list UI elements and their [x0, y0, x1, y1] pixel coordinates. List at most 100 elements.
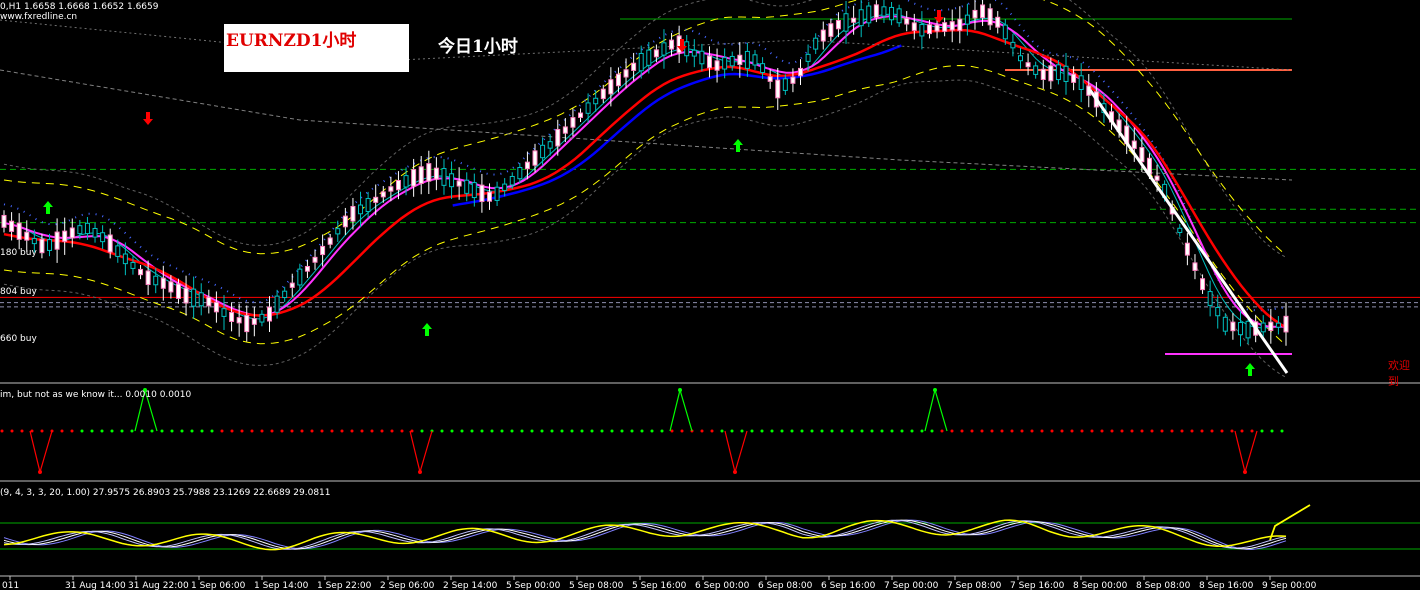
candle-body [911, 22, 917, 31]
zigzag-dot [100, 429, 104, 433]
zigzag-dot [200, 429, 204, 433]
zigzag-dot [300, 429, 304, 433]
zigzag-dot [830, 429, 834, 433]
zigzag-dot [640, 429, 644, 433]
zigzag-dot [1210, 429, 1214, 433]
zigzag-dot [320, 429, 324, 433]
zigzag-dot [150, 429, 154, 433]
candle-body [957, 18, 963, 31]
candle-body [631, 62, 637, 71]
zigzag-dot [920, 429, 924, 433]
candle-body [615, 73, 621, 87]
candle-body [1048, 65, 1054, 82]
candle-body [456, 180, 462, 187]
axis-tick-label: 2 Sep 14:00 [443, 581, 498, 590]
zigzag-dot [1160, 429, 1164, 433]
zigzag-dot [450, 429, 454, 433]
candle-body [987, 8, 993, 26]
candle-body [593, 97, 599, 105]
axis-tick-label: 31 Aug 14:00 [65, 581, 126, 590]
candle-body [335, 228, 341, 235]
zigzag-dot [670, 429, 674, 433]
candle-body [813, 37, 819, 50]
site-watermark: www.fxredline.cn [0, 12, 78, 22]
candle-body [433, 167, 439, 180]
candle-body [289, 282, 295, 288]
candle-body [107, 234, 113, 253]
ohlc-readout: 0,H1 1.6658 1.6668 1.6652 1.6659 [0, 2, 159, 12]
zigzag-dot [230, 429, 234, 433]
candle-body [426, 163, 432, 182]
zigzag-dot [1260, 429, 1264, 433]
candle-body [509, 175, 515, 186]
candle-body [1033, 65, 1039, 75]
sell-arrow-icon [143, 112, 153, 125]
long-ma [0, 19, 1293, 71]
candle-body [1230, 321, 1236, 332]
zigzag-dot [560, 429, 564, 433]
zigzag-dot [1050, 429, 1054, 433]
axis-tick-label: 5 Sep 00:00 [506, 581, 561, 590]
zigzag-dot [190, 429, 194, 433]
zigzag-dot [120, 429, 124, 433]
axis-tick-label: 5 Sep 16:00 [632, 581, 687, 590]
zigzag-dot [70, 429, 74, 433]
candle-body [578, 112, 584, 118]
axis-tick-label: 6 Sep 00:00 [695, 581, 750, 590]
zigzag-dot [440, 429, 444, 433]
pair-label: EURNZD1小时 [226, 31, 357, 51]
axis-tick-label: 1 Sep 22:00 [317, 581, 372, 590]
candle-body [585, 102, 591, 114]
candle-body [449, 173, 455, 188]
candle-body [782, 78, 788, 91]
candle-body [441, 168, 447, 186]
candle-body [486, 191, 492, 202]
level-label-3: 660 buy [0, 334, 37, 344]
candle-body [1268, 321, 1274, 331]
bollinger-upper [3, 0, 1287, 258]
candle-body [1154, 175, 1160, 181]
candle-body [198, 292, 204, 307]
candle-body [1010, 41, 1016, 49]
candle-body [980, 4, 986, 19]
candle-body [479, 184, 485, 203]
zigzag-dot [1000, 429, 1004, 433]
candle-body [24, 231, 30, 241]
zigzag-dot [730, 429, 734, 433]
candle-body [320, 245, 326, 256]
candle-body [942, 22, 948, 32]
zigzag-dot [770, 429, 774, 433]
zigzag-dot [570, 429, 574, 433]
zigzag-dot [220, 429, 224, 433]
zigzag-dot [460, 429, 464, 433]
candle-body [1237, 322, 1243, 336]
zigzag-dot [330, 429, 334, 433]
zigzag-dot [270, 429, 274, 433]
axis-tick-label: 5 Sep 08:00 [569, 581, 624, 590]
candle-body [524, 161, 530, 170]
axis-tick-label: 6 Sep 16:00 [821, 581, 876, 590]
zigzag-dot [20, 429, 24, 433]
zigzag-dot [0, 429, 4, 433]
stochastic-indicator-label: (9, 4, 3, 3, 20, 1.00) 27.9575 26.8903 2… [0, 488, 331, 498]
zigzag-dot [970, 429, 974, 433]
axis-tick-label: 7 Sep 08:00 [947, 581, 1002, 590]
zigzag-dot [980, 429, 984, 433]
buy-arrow-icon [422, 323, 432, 336]
candle-body [623, 69, 629, 78]
zigzag-dot [820, 429, 824, 433]
zigzag-dot [933, 388, 937, 392]
buy-arrow-icon [733, 139, 743, 152]
candle-body [84, 222, 90, 235]
candle-body [464, 179, 470, 194]
candle-body [714, 60, 720, 71]
candle-body [251, 318, 257, 325]
candle-body [1063, 65, 1069, 82]
candle-body [706, 55, 712, 69]
candle-body [896, 8, 902, 24]
eurnzd-h1-chart: 011 31 Aug 14:00 31 Aug 22:00 1 Sep 06:00 1 … [0, 0, 1420, 590]
candle-body [411, 169, 417, 187]
candle-body [494, 186, 500, 201]
candle-body [69, 227, 75, 239]
candle-body [995, 16, 1001, 28]
